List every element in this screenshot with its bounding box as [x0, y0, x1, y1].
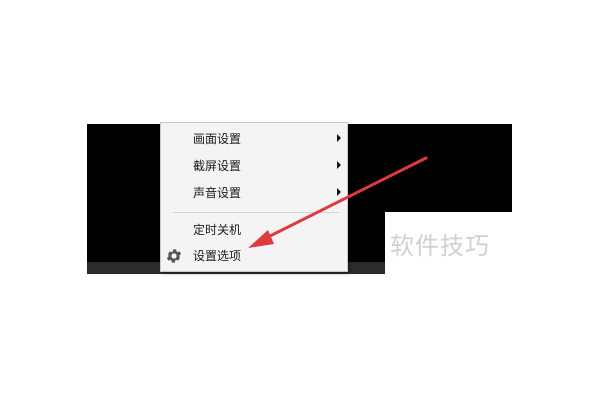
menu-separator [173, 212, 339, 213]
menu-item-settings-options[interactable]: 设置选项 [161, 243, 347, 269]
screenshot-stage: 画面设置 截屏设置 声音设置 定时关机 设置选项 软件技巧 [0, 0, 600, 400]
menu-item-screenshot-settings[interactable]: 截屏设置 [161, 153, 347, 179]
menu-item-label: 画面设置 [193, 132, 242, 146]
menu-item-label: 截屏设置 [193, 159, 242, 173]
menu-item-sound-settings[interactable]: 声音设置 [161, 180, 347, 206]
menu-item-label: 声音设置 [193, 186, 242, 200]
menu-item-label: 设置选项 [193, 249, 242, 263]
menu-item-picture-settings[interactable]: 画面设置 [161, 126, 347, 152]
submenu-arrow-icon [337, 188, 341, 196]
menu-item-label: 定时关机 [193, 223, 242, 237]
menu-item-timed-shutdown[interactable]: 定时关机 [161, 217, 347, 243]
submenu-arrow-icon [337, 161, 341, 169]
watermark: 软件技巧 [390, 232, 490, 260]
context-menu: 画面设置 截屏设置 声音设置 定时关机 设置选项 [160, 122, 348, 272]
gear-icon [166, 249, 182, 263]
submenu-arrow-icon [337, 134, 341, 142]
